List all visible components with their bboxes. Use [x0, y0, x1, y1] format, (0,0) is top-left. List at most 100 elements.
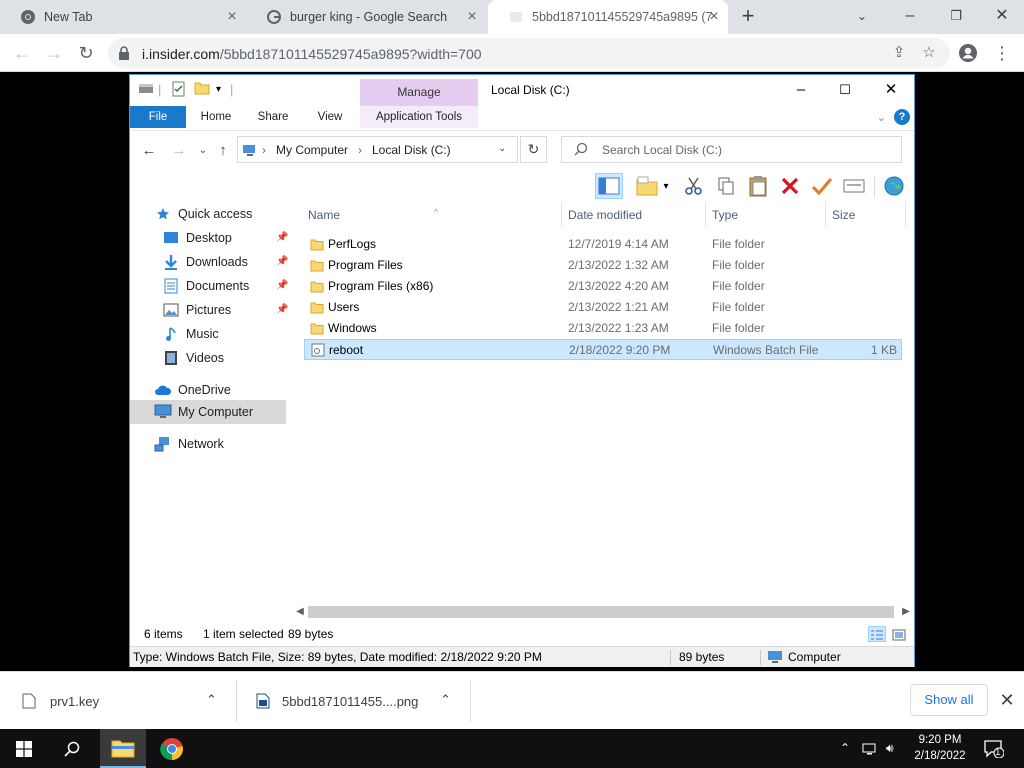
address-dropdown-icon[interactable]: ⌄ [498, 143, 506, 154]
scroll-left-icon[interactable]: ◀ [294, 604, 306, 620]
scrollbar-thumb[interactable] [308, 606, 894, 618]
navigation-pane: Quick access Desktop 📌 Downloads 📌 Docum… [130, 202, 290, 612]
scroll-right-icon[interactable]: ▶ [900, 604, 912, 620]
horizontal-scrollbar[interactable]: ◀ ▶ [294, 604, 914, 620]
minimize-icon[interactable]: – [784, 79, 818, 101]
close-icon[interactable]: × [224, 9, 240, 25]
tab-manage[interactable]: Manage [360, 79, 478, 106]
back-icon[interactable]: ← [10, 41, 34, 65]
close-icon[interactable]: × [464, 9, 480, 25]
nav-documents[interactable]: Documents 📌 [162, 274, 290, 298]
profile-icon[interactable] [956, 41, 980, 65]
file-row[interactable]: Program Files (x86) 2/13/2022 4:20 AM File… [304, 276, 902, 297]
minimize-icon[interactable]: – [896, 4, 924, 28]
column-header-date[interactable]: Date modified [562, 202, 706, 228]
nav-desktop[interactable]: Desktop 📌 [162, 226, 290, 250]
maximize-icon[interactable]: ☐ [828, 79, 862, 101]
share-icon[interactable]: ⇪ [890, 44, 908, 62]
search-input[interactable]: Search Local Disk (C:) [561, 136, 902, 163]
tab-view[interactable]: View [306, 106, 354, 128]
download-item-prv1[interactable]: prv1.key [22, 680, 234, 722]
column-header-size[interactable]: Size [826, 202, 906, 228]
pin-icon[interactable]: 📌 [276, 226, 288, 250]
nav-pictures[interactable]: Pictures 📌 [162, 298, 290, 322]
file-row[interactable]: Windows 2/13/2022 1:23 AM File folder [304, 318, 902, 339]
search-icon[interactable] [52, 729, 92, 768]
cut-icon[interactable] [680, 173, 708, 199]
copy-icon[interactable] [712, 173, 740, 199]
expand-ribbon-icon[interactable]: ⌄ [877, 111, 886, 124]
taskbar-file-explorer[interactable] [100, 729, 146, 768]
bookmark-star-icon[interactable]: ☆ [920, 44, 938, 62]
reload-icon[interactable]: ↻ [74, 41, 98, 65]
address-bar[interactable]: i.insider.com/5bbd187101145529745a9895?w… [108, 38, 950, 68]
show-all-button[interactable]: Show all [910, 684, 988, 716]
file-row[interactable]: reboot 2/18/2022 9:20 PM Windows Batch Fil… [304, 339, 902, 360]
nav-downloads[interactable]: Downloads 📌 [162, 250, 290, 274]
close-icon[interactable]: ✕ [874, 79, 908, 101]
close-icon[interactable]: × [706, 9, 722, 25]
chevron-up-icon[interactable]: ⌃ [206, 692, 217, 708]
menu-dots-icon[interactable]: ⋮ [990, 41, 1014, 65]
refresh-button[interactable]: ↻ [520, 136, 547, 163]
pin-icon[interactable]: 📌 [276, 274, 288, 298]
delete-icon[interactable] [776, 173, 804, 199]
nav-my-computer[interactable]: My Computer [130, 400, 286, 424]
large-icons-view-button[interactable] [890, 626, 908, 642]
forward-icon[interactable]: → [170, 142, 188, 160]
tab-file[interactable]: File [130, 106, 186, 128]
breadcrumb-local-disk[interactable]: Local Disk (C:) [372, 143, 451, 157]
restore-icon[interactable]: ❐ [942, 4, 970, 28]
paste-icon[interactable] [744, 173, 772, 199]
tab-home[interactable]: Home [192, 106, 240, 128]
windows-start-icon[interactable] [4, 729, 44, 768]
nav-videos[interactable]: Videos [162, 346, 224, 370]
notification-icon[interactable] [984, 729, 1005, 768]
nav-music[interactable]: Music [162, 322, 219, 346]
properties-icon[interactable] [172, 81, 186, 99]
preview-pane-button[interactable] [595, 173, 623, 199]
show-hidden-icons-icon[interactable]: ⌃ [840, 729, 850, 768]
globe-icon[interactable] [880, 173, 908, 199]
explorer-address-bar[interactable]: › My Computer › Local Disk (C:) ⌄ [237, 136, 518, 163]
column-header-name[interactable]: Name ^ [302, 202, 562, 228]
network-status-icon[interactable] [862, 729, 878, 768]
back-icon[interactable]: ← [140, 142, 158, 160]
tab-google-search[interactable]: burger king - Google Search × [246, 0, 486, 34]
pin-icon[interactable]: 📌 [276, 250, 288, 274]
rename-check-icon[interactable] [808, 173, 836, 199]
close-icon[interactable]: ✕ [998, 688, 1016, 712]
nav-network[interactable]: Network [154, 432, 224, 456]
tab-new-tab[interactable]: New Tab × [0, 0, 246, 34]
file-row[interactable]: Users 2/13/2022 1:21 AM File folder [304, 297, 902, 318]
tab-image[interactable]: 5bbd187101145529745a9895 (70 × [488, 0, 728, 34]
new-folder-dropdown-icon[interactable]: ▾ [660, 173, 672, 199]
help-icon[interactable]: ? [894, 109, 910, 125]
file-icon [22, 693, 36, 709]
details-view-button[interactable] [868, 626, 886, 642]
chevron-up-icon[interactable]: ⌃ [440, 692, 451, 708]
breadcrumb-my-computer[interactable]: My Computer [276, 143, 348, 157]
file-row[interactable]: Program Files 2/13/2022 1:32 AM File folde… [304, 255, 902, 276]
volume-icon[interactable]: 🔊︎ [886, 729, 894, 768]
forward-icon[interactable]: → [42, 41, 66, 65]
recent-locations-icon[interactable]: ⌄ [194, 142, 212, 160]
new-folder-icon[interactable] [194, 81, 210, 99]
properties-button[interactable] [840, 173, 868, 199]
new-folder-button[interactable] [633, 173, 661, 199]
file-row[interactable]: PerfLogs 12/7/2019 4:14 AM File folder [304, 234, 902, 255]
tab-application-tools[interactable]: Application Tools [360, 106, 478, 128]
close-window-icon[interactable]: ✕ [988, 4, 1016, 28]
taskbar-chrome[interactable] [150, 729, 194, 768]
column-header-type[interactable]: Type [706, 202, 826, 228]
up-icon[interactable]: ↑ [214, 142, 232, 160]
nav-quick-access[interactable]: Quick access [154, 202, 252, 226]
tab-search-icon[interactable]: ⌄ [848, 4, 876, 28]
new-tab-button[interactable]: + [736, 4, 760, 28]
nav-onedrive[interactable]: OneDrive [154, 378, 231, 402]
system-clock[interactable]: 9:20 PM 2/18/2022 [912, 732, 968, 764]
pin-icon[interactable]: 📌 [276, 298, 288, 322]
qat-dropdown-icon[interactable]: ▾ [216, 81, 221, 99]
tab-share[interactable]: Share [248, 106, 298, 128]
download-item-png[interactable]: 5bbd1871011455....png [256, 680, 468, 722]
